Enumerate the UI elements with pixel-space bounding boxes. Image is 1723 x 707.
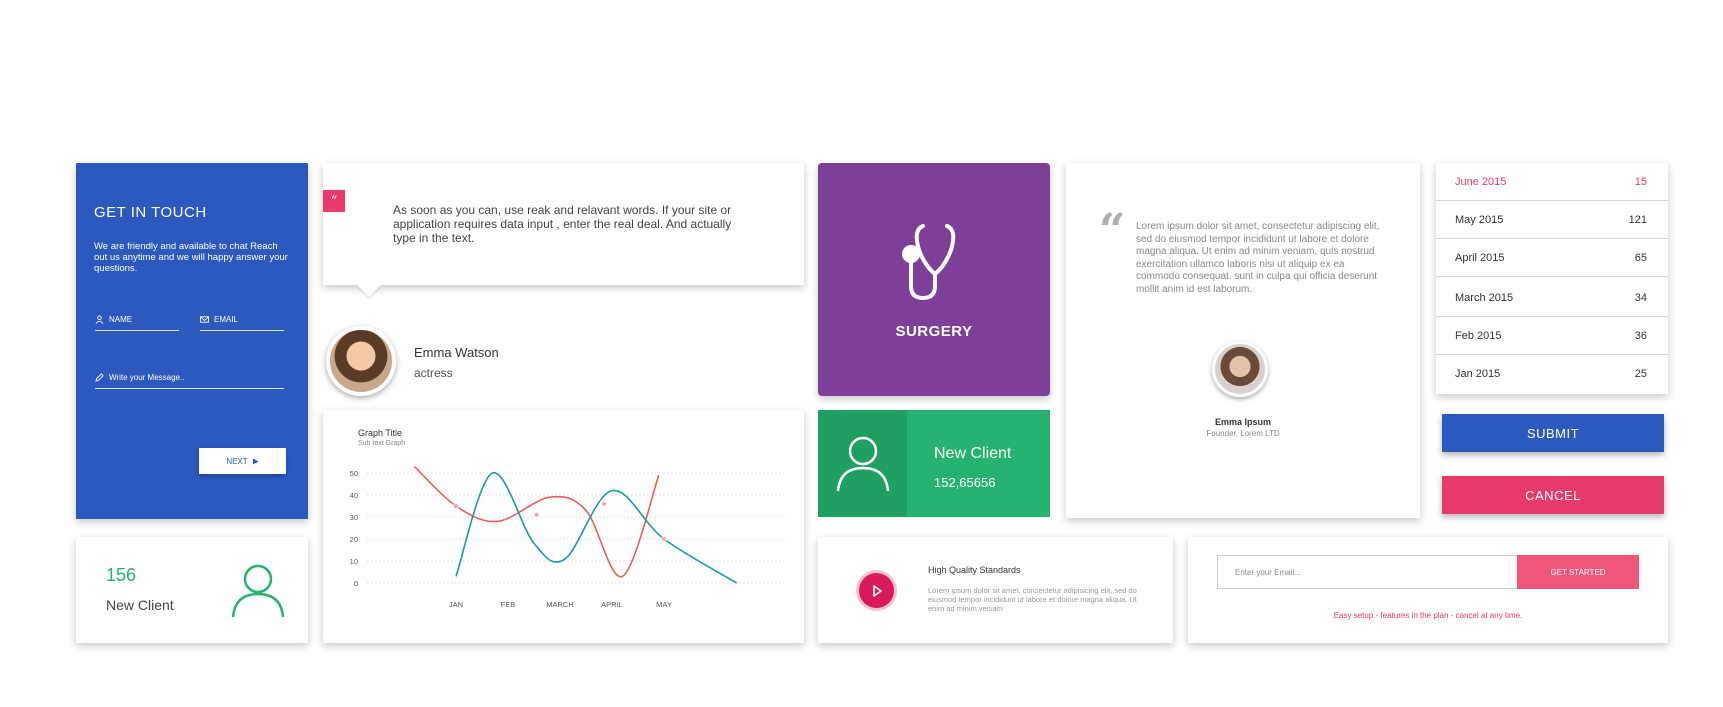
email-field[interactable]: EMAIL [200, 315, 284, 331]
quote-text: As soon as you can, use reak and relavan… [393, 203, 732, 245]
point-marker [533, 511, 540, 518]
x-tick-label: APRIL [601, 600, 623, 609]
testimonial-role: Founder, Lorem LTD [1206, 429, 1280, 438]
new-client-stat-card: New Client 152,65656 [818, 410, 1050, 517]
email-input[interactable] [1217, 555, 1517, 589]
y-tick-label: 10 [350, 557, 358, 566]
person-card: Emma Watson actress [326, 326, 626, 396]
list-item[interactable]: Feb 2015 36 [1436, 317, 1668, 355]
feature-text: Lorem ipsum dolor sit amet, consectetur … [928, 586, 1137, 613]
name-field[interactable]: NAME [95, 315, 179, 331]
month-label: June 2015 [1455, 175, 1507, 188]
month-label: April 2015 [1455, 251, 1505, 264]
play-arrow-icon [252, 458, 259, 464]
contact-description: We are friendly and available to chat Re… [94, 241, 288, 274]
email-placeholder: EMAIL [214, 315, 239, 324]
client-count: 156 [106, 565, 137, 585]
y-tick-label: 40 [350, 491, 358, 500]
feature-card: High Quality Standards Lorem ipsum dolor… [818, 537, 1173, 643]
month-label: Feb 2015 [1455, 329, 1502, 342]
subscribe-card: GET STARTED Easy setup - features in the… [1188, 537, 1668, 643]
message-placeholder: Write your Message.. [109, 373, 185, 382]
y-tick-label: 50 [350, 469, 358, 478]
user-icon [231, 564, 285, 618]
series-line-1 [413, 465, 660, 578]
message-field[interactable]: Write your Message.. [95, 373, 284, 389]
user-icon [836, 436, 890, 492]
list-item[interactable]: April 2015 65 [1436, 239, 1668, 277]
list-item[interactable]: March 2015 34 [1436, 279, 1668, 317]
list-item[interactable]: June 2015 15 [1436, 163, 1668, 201]
testimonial-card: “ Lorem ipsum dolor sit amet, consectetu… [1066, 163, 1420, 518]
x-tick-label: JAN [449, 600, 463, 609]
series-line-2 [455, 472, 738, 584]
point-marker [661, 536, 667, 542]
point-marker [601, 500, 608, 507]
subscribe-note: Easy setup - features in the plan - canc… [1333, 611, 1523, 620]
avatar [326, 326, 396, 396]
client-title: New Client [934, 445, 1012, 462]
point-marker [453, 503, 459, 509]
list-item[interactable]: Jan 2015 25 [1436, 355, 1668, 393]
month-value: 36 [1634, 329, 1647, 342]
quote-icon: “ [323, 190, 345, 212]
user-icon [95, 315, 104, 324]
feature-title: High Quality Standards [928, 565, 1021, 575]
month-label: May 2015 [1455, 213, 1504, 226]
y-tick-label: 30 [350, 513, 358, 522]
testimonial-name: Emma Ipsum [1214, 417, 1272, 427]
new-client-card: 156 New Client [76, 537, 308, 643]
client-label: New Client [106, 597, 174, 613]
surgery-label: SURGERY [895, 323, 973, 340]
month-label: March 2015 [1455, 291, 1514, 304]
month-value: 65 [1634, 251, 1647, 264]
cancel-button[interactable]: CANCEL [1442, 476, 1664, 514]
y-tick-label: 0 [354, 579, 358, 588]
list-item[interactable]: May 2015 121 [1436, 201, 1668, 239]
stethoscope-icon [902, 224, 956, 301]
play-button[interactable] [856, 570, 897, 611]
get-started-button[interactable]: GET STARTED [1517, 555, 1639, 589]
surgery-card[interactable]: SURGERY [818, 163, 1050, 396]
month-list: June 2015 15 May 2015 121 April 2015 65 … [1436, 163, 1668, 394]
month-value: 34 [1634, 291, 1647, 304]
testimonial-text: Lorem ipsum dolor sit amet, consectetur … [1136, 221, 1380, 295]
submit-button[interactable]: SUBMIT [1442, 414, 1664, 452]
next-button[interactable]: NEXT [199, 448, 286, 474]
person-name: Emma Watson [414, 345, 499, 360]
contact-card: GET IN TOUCH We are friendly and availab… [76, 163, 308, 519]
graph-card: Graph Title Sub text Graph 0 10 20 30 40 50 JA… [323, 410, 804, 643]
quote-mark-icon: “ [1099, 203, 1126, 257]
next-label: NEXT [226, 456, 248, 466]
avatar [1212, 341, 1268, 397]
client-value: 152,65656 [934, 475, 996, 490]
contact-title: GET IN TOUCH [94, 204, 207, 221]
icon-panel [818, 410, 907, 517]
name-placeholder: NAME [109, 315, 133, 324]
x-tick-label: MAY [656, 600, 672, 609]
pencil-icon [95, 373, 104, 382]
month-value: 15 [1634, 175, 1647, 188]
play-icon [872, 584, 882, 597]
person-role: actress [414, 366, 453, 380]
month-value: 25 [1634, 368, 1647, 380]
speech-tail [357, 285, 381, 297]
line-chart: 0 10 20 30 40 50 JAN FEB MARCH APRIL MAY [350, 465, 785, 609]
x-tick-label: MARCH [546, 600, 574, 609]
mail-icon [200, 316, 209, 323]
month-value: 121 [1628, 213, 1647, 226]
month-label: Jan 2015 [1455, 368, 1501, 380]
quote-card: “ As soon as you can, use reak and relav… [323, 163, 804, 297]
y-tick-label: 20 [350, 535, 358, 544]
x-tick-label: FEB [501, 600, 516, 609]
